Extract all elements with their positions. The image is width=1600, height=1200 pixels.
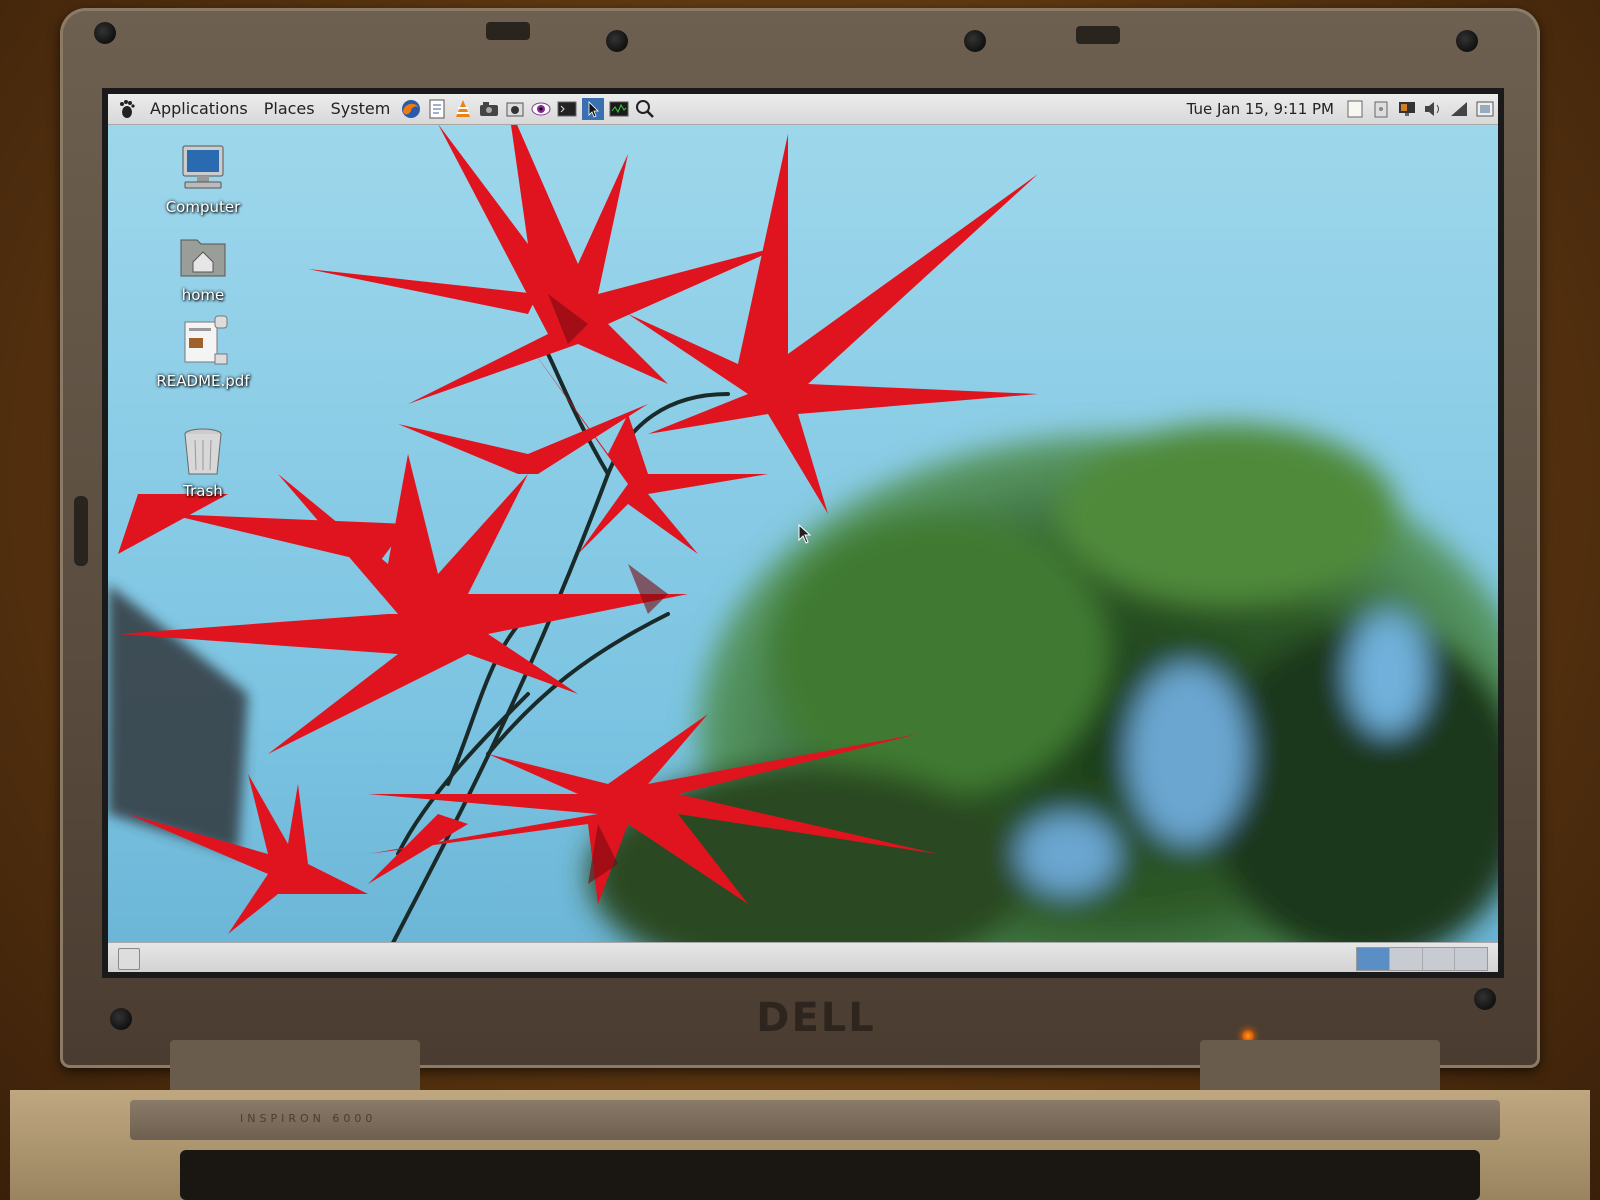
mouse-pointer-icon — [798, 524, 812, 544]
menu-system[interactable]: System — [323, 94, 399, 124]
workspace-3[interactable] — [1422, 948, 1456, 970]
desktop-icon-trash[interactable]: Trash — [148, 424, 258, 500]
hinge-right — [1200, 1040, 1440, 1095]
bottom-panel — [108, 942, 1498, 972]
screw — [964, 30, 986, 52]
latch-tab — [486, 22, 530, 40]
gnome-foot-icon[interactable] — [116, 98, 138, 120]
network-icon[interactable] — [1449, 99, 1469, 119]
panel-right-area: Tue Jan 15, 9:11 PM — [1187, 94, 1498, 124]
menu-places[interactable]: Places — [256, 94, 323, 124]
desktop-icon-label: home — [181, 286, 225, 304]
brand-logo: DELL — [756, 995, 876, 1041]
screenshot-icon[interactable] — [478, 98, 500, 120]
camera-icon[interactable] — [504, 98, 526, 120]
pdf-document-icon — [175, 314, 231, 370]
terminal-icon[interactable] — [556, 98, 578, 120]
text-editor-icon[interactable] — [426, 98, 448, 120]
keyboard — [180, 1150, 1480, 1200]
hinge-left — [170, 1040, 420, 1095]
home-folder-icon — [175, 228, 231, 284]
menu-applications[interactable]: Applications — [142, 94, 256, 124]
screw — [1474, 988, 1496, 1010]
search-icon[interactable] — [634, 98, 656, 120]
computer-icon — [175, 140, 231, 196]
cursor-icon[interactable] — [582, 98, 605, 120]
workspace-4[interactable] — [1455, 948, 1487, 970]
screw — [94, 22, 116, 44]
desktop-icon-readme[interactable]: README.pdf — [148, 314, 258, 390]
workspace-2[interactable] — [1389, 948, 1423, 970]
system-monitor-icon[interactable] — [608, 98, 630, 120]
latch-tab — [1076, 26, 1120, 44]
desktop-icon-home[interactable]: home — [148, 228, 258, 304]
side-latch — [74, 496, 88, 566]
workspace-1[interactable] — [1357, 948, 1390, 970]
desktop-icon-label: Computer — [165, 198, 241, 216]
trash-icon — [175, 424, 231, 480]
clock[interactable]: Tue Jan 15, 9:11 PM — [1187, 100, 1334, 118]
display-icon[interactable] — [1397, 99, 1417, 119]
volume-icon[interactable] — [1423, 99, 1443, 119]
notes-icon[interactable] — [1345, 99, 1365, 119]
screw — [110, 1008, 132, 1030]
screw — [606, 30, 628, 52]
top-panel: Applications Places System Tue Jan 15, 9… — [108, 94, 1498, 125]
show-desktop-button[interactable] — [118, 948, 140, 970]
screen: Computer home README.pdf Trash Applicati… — [108, 94, 1498, 972]
desktop-icon-label: README.pdf — [156, 372, 250, 390]
firefox-icon[interactable] — [400, 98, 422, 120]
desktop-icon-label: Trash — [183, 482, 223, 500]
desktop-icon-computer[interactable]: Computer — [148, 140, 258, 216]
model-label: INSPIRON 6000 — [240, 1112, 377, 1125]
workspace-switcher[interactable] — [1356, 947, 1488, 971]
vlc-icon[interactable] — [452, 98, 474, 120]
eye-icon[interactable] — [530, 98, 552, 120]
clipboard-icon[interactable] — [1371, 99, 1391, 119]
window-list-icon[interactable] — [1475, 99, 1495, 119]
screw — [1456, 30, 1478, 52]
